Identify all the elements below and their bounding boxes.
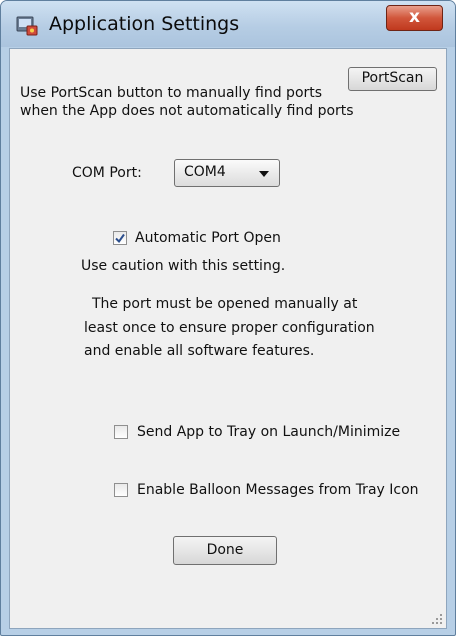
balloon-messages-label[interactable]: Enable Balloon Messages from Tray Icon (137, 481, 419, 499)
tray-launch-label[interactable]: Send App to Tray on Launch/Minimize (137, 423, 400, 441)
checkmark-icon (115, 233, 125, 244)
portscan-hint-line2: when the App does not automatically find… (20, 103, 354, 119)
balloon-messages-checkbox[interactable] (114, 483, 128, 497)
portscan-hint-line1: Use PortScan button to manually find por… (20, 85, 323, 101)
com-port-label: COM Port: (72, 165, 142, 181)
settings-panel: Use PortScan button to manually find por… (9, 48, 447, 629)
note-line3: and enable all software features. (84, 343, 315, 359)
caution-text: Use caution with this setting. (81, 258, 286, 274)
settings-window: Application Settings x Use PortScan butt… (0, 0, 456, 636)
note-line2: least once to ensure proper configuratio… (84, 320, 375, 336)
com-port-dropdown[interactable]: COM4 (174, 159, 280, 187)
auto-port-open-checkbox[interactable] (113, 231, 127, 245)
title-bar[interactable]: Application Settings x (1, 1, 455, 47)
window-title: Application Settings (49, 13, 240, 35)
com-port-value: COM4 (184, 164, 226, 180)
portscan-button[interactable]: PortScan (348, 67, 437, 91)
close-button[interactable]: x (386, 5, 443, 31)
note-line1: The port must be opened manually at (92, 296, 358, 312)
resize-grip-icon[interactable] (431, 613, 443, 625)
tray-launch-checkbox[interactable] (114, 425, 128, 439)
chevron-down-icon (259, 171, 269, 177)
auto-port-open-label[interactable]: Automatic Port Open (135, 229, 281, 247)
done-button[interactable]: Done (173, 536, 277, 565)
close-icon: x (409, 7, 420, 27)
settings-app-icon (16, 16, 38, 36)
